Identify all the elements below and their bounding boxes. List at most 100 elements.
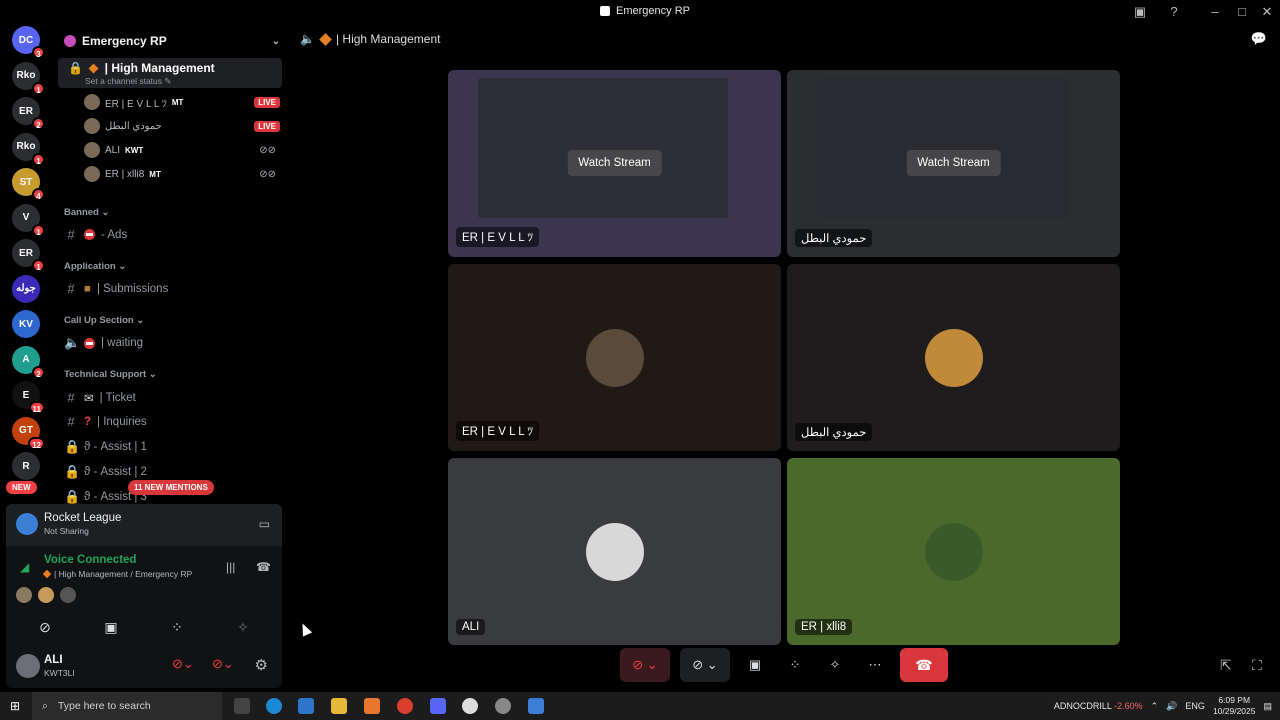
mic-muted-button[interactable]: ⊘ ⌄ (620, 648, 670, 682)
clock[interactable]: 6:09 PM 10/29/2025 (1213, 695, 1256, 717)
server-icon[interactable]: DC 3 (12, 26, 45, 59)
video-tile[interactable]: Watch Stream ER | E V L L ﾂ (448, 70, 781, 257)
chevron-up-icon[interactable]: ⌃ (1151, 701, 1159, 712)
volume-icon[interactable]: 🔊 (1166, 701, 1177, 712)
help-icon[interactable]: ? (1165, 3, 1183, 21)
taskbar-search[interactable]: ⌕ Type here to search (32, 692, 222, 720)
task-view-icon[interactable] (234, 698, 250, 714)
category-technical-support[interactable]: Technical Support ⌄ (64, 369, 157, 380)
server-icon[interactable]: جوله (12, 274, 40, 303)
guild-icon (64, 35, 76, 47)
server-icon[interactable]: ER 2 (12, 97, 45, 130)
server-icon[interactable]: A2 (12, 345, 45, 379)
category-callup[interactable]: Call Up Section ⌄ (64, 315, 144, 326)
channel-submissions[interactable]: # ■ | Submissions (64, 281, 168, 296)
voice-user[interactable]: ER | xlli8 MT ⊘⊘ (84, 164, 280, 184)
server-icon[interactable]: GT 12 (12, 416, 45, 450)
new-mentions-pill[interactable]: 11 NEW MENTIONS (128, 480, 214, 495)
steam-icon[interactable] (462, 698, 478, 714)
store-icon[interactable] (298, 698, 314, 714)
voice-user[interactable]: حمودي البطل LIVE (84, 116, 280, 136)
avatar (84, 166, 100, 182)
unread-badge: 3 (32, 46, 45, 59)
share-screen-icon[interactable]: ▭ (259, 517, 270, 531)
app-icon[interactable] (364, 698, 380, 714)
channel-inquiries[interactable]: #? | Inquiries (64, 414, 146, 429)
deafen-icon[interactable]: ⊘⌄ (212, 656, 234, 672)
muted-deafened-icon: ⊘⊘ (259, 144, 276, 156)
watch-stream-button[interactable]: Watch Stream (567, 150, 662, 176)
screen-share-button[interactable]: ▣ (740, 648, 770, 682)
avatar[interactable] (38, 587, 54, 603)
inbox-icon[interactable]: ▣ (1131, 3, 1149, 21)
screen-share-icon[interactable]: ▣ (100, 616, 122, 638)
gear-icon[interactable]: ⚙ (255, 656, 268, 674)
soundboard-button[interactable]: ✧ (820, 648, 850, 682)
channel-ads[interactable]: # - Ads (64, 227, 127, 242)
signal-icon[interactable]: ◢ (20, 560, 29, 574)
popout-icon[interactable]: ⇱ (1220, 657, 1232, 674)
stock-widget[interactable]: ADNOCDRILL -2.60% (1054, 701, 1143, 711)
guild-header[interactable]: Emergency RP ⌄ (56, 24, 288, 58)
unread-badge: 1 (32, 223, 45, 237)
server-icon[interactable]: Rko 1 (12, 61, 45, 95)
file-explorer-icon[interactable] (331, 698, 347, 714)
game-name: Rocket League (44, 512, 122, 524)
notification-icon[interactable]: ▤ (1263, 701, 1272, 712)
video-tile[interactable]: ALI (448, 458, 781, 645)
app-icon[interactable] (495, 698, 511, 714)
stream-preview (478, 78, 728, 218)
camera-off-icon[interactable]: ⊘ (34, 616, 56, 638)
channel-assist-1[interactable]: 🔒 ϑ - Assist | 1 (64, 439, 147, 455)
voice-user[interactable]: ER | E V L L ﾂ MT LIVE (84, 92, 280, 112)
activities-button[interactable]: ⁘ (780, 648, 810, 682)
participant-label: ER | E V L L ﾂ (456, 227, 540, 247)
channel-status[interactable]: Set a channel status ✎ (85, 76, 172, 87)
channel-ticket[interactable]: # ✉ | Ticket (64, 390, 135, 405)
video-tile[interactable]: ER | xlli8 (787, 458, 1120, 645)
server-icon[interactable]: V1 (12, 203, 45, 237)
mute-icon[interactable]: ⊘⌄ (172, 656, 194, 672)
category-banned[interactable]: Banned ⌄ (64, 207, 109, 218)
chrome-icon[interactable] (397, 698, 413, 714)
active-voice-channel[interactable]: 🔒 | High Management Set a channel status… (58, 58, 282, 88)
channel-waiting[interactable]: 🔈 | waiting (64, 335, 143, 351)
participant-avatar (924, 522, 983, 581)
rocket-league-icon[interactable] (528, 698, 544, 714)
disconnect-icon[interactable]: ☎ (256, 560, 271, 574)
category-application[interactable]: Application ⌄ (64, 261, 126, 272)
activities-icon[interactable]: ⁘ (166, 616, 188, 638)
video-tile[interactable]: حمودي البطل (787, 264, 1120, 451)
user-tag: MT (149, 169, 161, 179)
minimize-button[interactable]: – (1206, 3, 1224, 21)
server-icon[interactable]: ER 1 (12, 239, 45, 272)
video-tile[interactable]: ER | E V L L ﾂ (448, 264, 781, 451)
soundboard-icon[interactable]: ✧ (232, 616, 254, 638)
voice-location[interactable]: | High Management / Emergency RP (42, 569, 192, 579)
avatar[interactable] (16, 587, 32, 603)
more-options-button[interactable]: ⋯ (860, 648, 890, 682)
close-button[interactable]: ✕ (1258, 3, 1276, 21)
server-icon[interactable]: Rko 1 (12, 132, 45, 166)
video-tile[interactable]: Watch Stream حمودي البطل (787, 70, 1120, 257)
chat-icon[interactable]: 💬 (1250, 30, 1268, 48)
user-avatar[interactable] (16, 654, 40, 678)
maximize-button[interactable]: □ (1233, 3, 1251, 21)
avatar[interactable] (60, 587, 76, 603)
server-icon[interactable]: E 11 (12, 381, 45, 414)
camera-button[interactable]: ⊘ ⌄ (680, 648, 730, 682)
discord-icon[interactable] (430, 698, 446, 714)
windows-start-icon[interactable]: ⊞ (0, 699, 30, 713)
channel-assist-2[interactable]: 🔒 ϑ - Assist | 2 (64, 464, 147, 480)
channel-title: | High Management (335, 32, 441, 46)
voice-user[interactable]: ALI KWT ⊘⊘ (84, 140, 280, 160)
language-indicator[interactable]: ENG (1185, 701, 1205, 711)
server-icon[interactable]: R (12, 452, 40, 480)
hang-up-button[interactable]: ☎ (900, 648, 948, 682)
edge-icon[interactable] (266, 698, 282, 714)
watch-stream-button[interactable]: Watch Stream (906, 150, 1001, 176)
server-icon[interactable]: KV (12, 310, 40, 338)
server-icon[interactable]: ST 4 (12, 168, 45, 201)
fullscreen-icon[interactable]: ⛶ (1252, 657, 1262, 674)
noise-suppression-icon[interactable]: ||| (226, 560, 235, 574)
